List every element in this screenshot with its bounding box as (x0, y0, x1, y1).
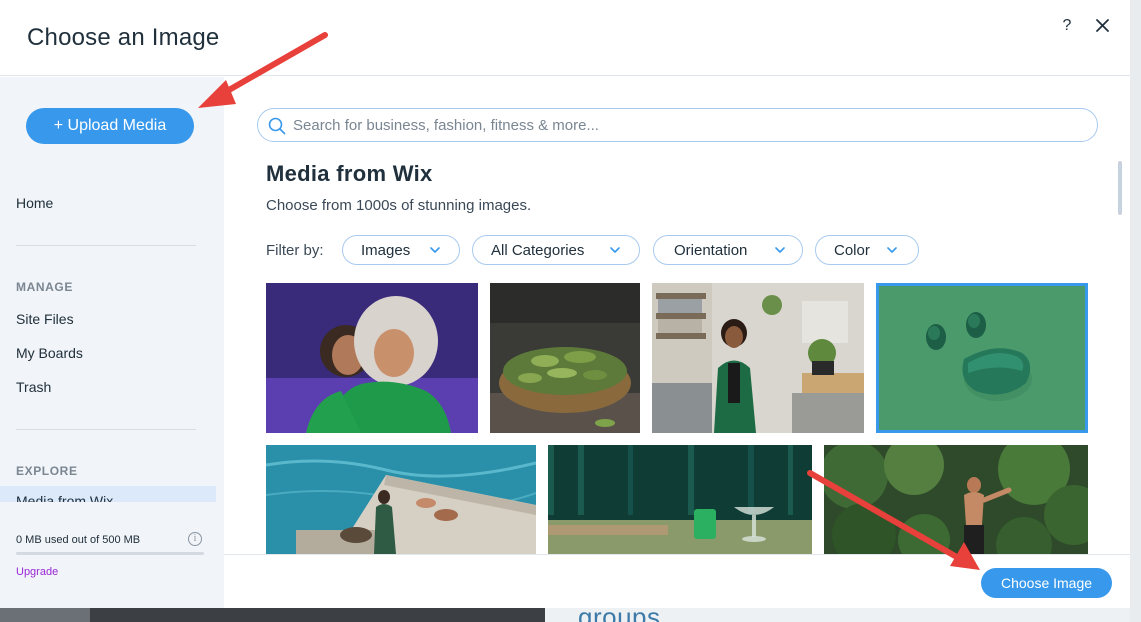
search-icon (268, 117, 286, 135)
chevron-down-icon (610, 247, 620, 253)
image-bowl-of-green-peppers (490, 283, 640, 433)
info-icon[interactable]: i (188, 532, 202, 546)
filter-dropdown-label: Orientation (674, 242, 748, 259)
image-woman-doing-yoga-in-jungle (824, 445, 1088, 554)
image-thumbnail[interactable] (824, 445, 1088, 554)
sidebar-item-trash[interactable]: Trash (16, 379, 51, 395)
image-thumbnail[interactable] (548, 445, 812, 554)
storage-usage-text: 0 MB used out of 500 MB (16, 534, 141, 546)
image-thumbnail[interactable] (490, 283, 640, 433)
image-two-people-green-outfits (266, 283, 478, 433)
search-bar[interactable] (257, 108, 1098, 142)
section-title: Media from Wix (266, 161, 433, 186)
dialog-footer: Choose Image (224, 554, 1130, 608)
upload-media-button[interactable]: + Upload Media (26, 108, 194, 144)
image-green-earbuds (876, 283, 1088, 433)
image-thumbnail[interactable] (266, 445, 536, 554)
help-icon[interactable]: ? (1058, 14, 1076, 38)
chevron-down-icon (775, 247, 785, 253)
dialog-title: Choose an Image (27, 24, 220, 51)
scrollbar[interactable] (1118, 161, 1122, 215)
section-subtitle: Choose from 1000s of stunning images. (266, 197, 532, 214)
storage-panel: 0 MB used out of 500 MB i Upgrade (0, 502, 224, 608)
filter-dropdown-label: Images (361, 242, 411, 259)
image-thumbnail[interactable] (652, 283, 864, 433)
filter-color-dropdown[interactable]: Color (815, 235, 919, 265)
upgrade-link[interactable]: Upgrade (16, 566, 58, 578)
sidebar-item-my-boards[interactable]: My Boards (16, 345, 83, 361)
image-people-on-pier-by-sea (266, 445, 536, 554)
filter-images-dropdown[interactable]: Images (342, 235, 460, 265)
image-thumbnail[interactable] (266, 283, 478, 433)
sidebar-divider (16, 429, 196, 430)
image-green-drinks-on-table (548, 445, 812, 554)
dialog-header: Choose an Image ? (0, 0, 1130, 76)
media-panel: Media from Wix Choose from 1000s of stun… (224, 77, 1130, 608)
background-page-dark-strip (90, 608, 545, 622)
image-thumbnail-selected[interactable] (876, 283, 1088, 433)
filter-dropdown-label: All Categories (491, 242, 585, 259)
filter-dropdown-label: Color (834, 242, 870, 259)
chevron-down-icon (430, 247, 440, 253)
sidebar-item-site-files[interactable]: Site Files (16, 311, 74, 327)
filter-label: Filter by: (266, 242, 324, 259)
image-woman-in-office (652, 283, 864, 433)
filter-categories-dropdown[interactable]: All Categories (472, 235, 640, 265)
background-page-edge (1130, 0, 1141, 622)
choose-image-dialog: Choose an Image ? + Upload Media Home MA… (0, 0, 1130, 608)
sidebar-heading-manage: MANAGE (16, 280, 73, 294)
filter-orientation-dropdown[interactable]: Orientation (653, 235, 803, 265)
chevron-down-icon (887, 247, 897, 253)
sidebar-item-home[interactable]: Home (16, 195, 53, 211)
sidebar-heading-explore: EXPLORE (16, 464, 78, 478)
close-icon[interactable] (1092, 14, 1114, 38)
sidebar: + Upload Media Home MANAGE Site Files My… (0, 77, 224, 608)
storage-usage-bar (16, 552, 204, 555)
choose-image-button[interactable]: Choose Image (981, 568, 1112, 598)
search-input[interactable] (293, 109, 1083, 141)
sidebar-divider (16, 245, 196, 246)
